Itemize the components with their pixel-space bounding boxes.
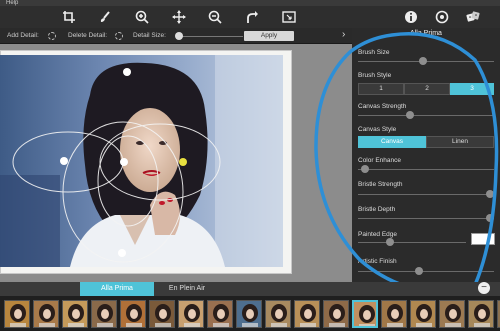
preset-thumbnail[interactable] <box>352 300 378 328</box>
detail-size-label: Detail Size: <box>133 32 166 39</box>
preset-thumbnail[interactable] <box>62 300 88 328</box>
crop-icon[interactable] <box>60 8 78 26</box>
add-detail-brush-icon[interactable] <box>48 32 56 40</box>
tab-en-plein-air[interactable]: En Plein Air <box>154 282 220 296</box>
delete-detail-brush-icon[interactable] <box>115 32 123 40</box>
tab-alla-prima[interactable]: Alla Prima <box>80 282 154 296</box>
painting-preview[interactable] <box>0 55 283 267</box>
preset-thumbnail[interactable] <box>33 300 59 328</box>
preset-thumbnail[interactable] <box>410 300 436 328</box>
preset-thumbnail[interactable] <box>236 300 262 328</box>
preset-thumbnail[interactable] <box>207 300 233 328</box>
info-icon[interactable] <box>402 8 420 26</box>
preset-thumbnail[interactable] <box>294 300 320 328</box>
apply-button[interactable]: Apply <box>244 31 294 41</box>
redo-icon[interactable] <box>243 8 261 26</box>
zoom-in-icon[interactable] <box>133 8 151 26</box>
preset-thumbnail[interactable] <box>381 300 407 328</box>
toolbar <box>0 6 500 28</box>
preset-thumbnail[interactable] <box>4 300 30 328</box>
preset-thumbnail[interactable] <box>178 300 204 328</box>
style-tabs: Alla Prima En Plein Air − <box>0 282 500 296</box>
highlight-annotation <box>314 32 499 297</box>
detail-size-slider[interactable] <box>177 36 243 37</box>
zoom-out-icon[interactable] <box>206 8 224 26</box>
fit-screen-icon[interactable] <box>280 8 298 26</box>
preset-thumbnail[interactable] <box>439 300 465 328</box>
delete-detail-label: Delete Detail: <box>68 32 108 39</box>
detail-size-knob[interactable] <box>175 32 183 40</box>
preset-thumbnail[interactable] <box>120 300 146 328</box>
preset-thumbnail[interactable] <box>323 300 349 328</box>
settings-icon[interactable] <box>433 8 451 26</box>
preset-thumbnail[interactable] <box>91 300 117 328</box>
add-detail-label: Add Detail: <box>7 32 39 39</box>
preset-filmstrip <box>0 296 500 331</box>
preset-thumbnail[interactable] <box>265 300 291 328</box>
random-icon[interactable] <box>464 8 482 26</box>
minus-icon[interactable]: − <box>478 282 490 294</box>
preset-thumbnail[interactable] <box>149 300 175 328</box>
move-icon[interactable] <box>170 8 188 26</box>
brush-icon[interactable] <box>96 8 114 26</box>
preset-thumbnail[interactable] <box>468 300 494 328</box>
